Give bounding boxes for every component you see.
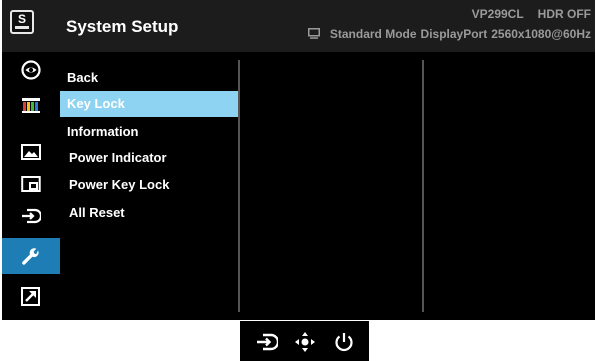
button-guide [240, 321, 369, 361]
page-title: System Setup [66, 17, 179, 36]
power-icon[interactable] [333, 331, 355, 353]
menu-item-power-indicator[interactable]: Power Indicator [60, 145, 239, 171]
image-icon [21, 144, 41, 160]
wrench-icon [22, 248, 39, 265]
pip-icon [21, 176, 41, 192]
osd-panel: S System Setup VP299CL HDR OFF Standard M… [2, 0, 595, 320]
joystick-icon[interactable] [294, 331, 316, 353]
menu-item-information[interactable]: Information [60, 119, 239, 145]
header: S System Setup VP299CL HDR OFF Standard M… [2, 0, 595, 52]
sidebar [2, 52, 60, 320]
system-setup-menu: Back Key Lock Information Power Indicato… [60, 52, 240, 320]
sidebar-item-input[interactable] [2, 198, 60, 231]
menu-item-all-reset[interactable]: All Reset [60, 200, 239, 226]
column-divider-2 [422, 60, 424, 312]
logo-letter: S [17, 12, 26, 26]
system-logo-icon: S [10, 10, 34, 34]
input-select-icon [22, 208, 41, 224]
sidebar-item-splendid[interactable] [2, 52, 60, 85]
shortcut-arrow-icon [21, 287, 40, 306]
sidebar-item-shortcut[interactable] [2, 278, 60, 311]
mode-label: Standard Mode [329, 27, 417, 41]
model-status: VP299CL HDR OFF [458, 7, 591, 21]
sidebar-item-image[interactable] [2, 134, 60, 167]
menu-item-back[interactable]: Back [60, 65, 239, 91]
input-select-icon[interactable] [256, 331, 278, 353]
menu-item-key-lock[interactable]: Key Lock [60, 91, 239, 117]
sidebar-item-system-setup[interactable] [2, 238, 60, 274]
sidebar-item-pip[interactable] [2, 166, 60, 199]
column-divider-1 [238, 60, 240, 312]
monitor-icon [307, 28, 320, 39]
menu-item-power-key-lock[interactable]: Power Key Lock [60, 172, 239, 198]
model-name: VP299CL [471, 7, 524, 21]
color-bars-icon [22, 98, 40, 113]
hdr-status: HDR OFF [537, 7, 591, 21]
resolution-label: 2560x1080@60Hz [491, 27, 591, 41]
splendid-eye-icon [21, 60, 41, 80]
input-label: DisplayPort [420, 27, 488, 41]
sidebar-item-color[interactable] [2, 87, 60, 120]
display-status: Standard Mode DisplayPort 2560x1080@60Hz [307, 27, 591, 41]
